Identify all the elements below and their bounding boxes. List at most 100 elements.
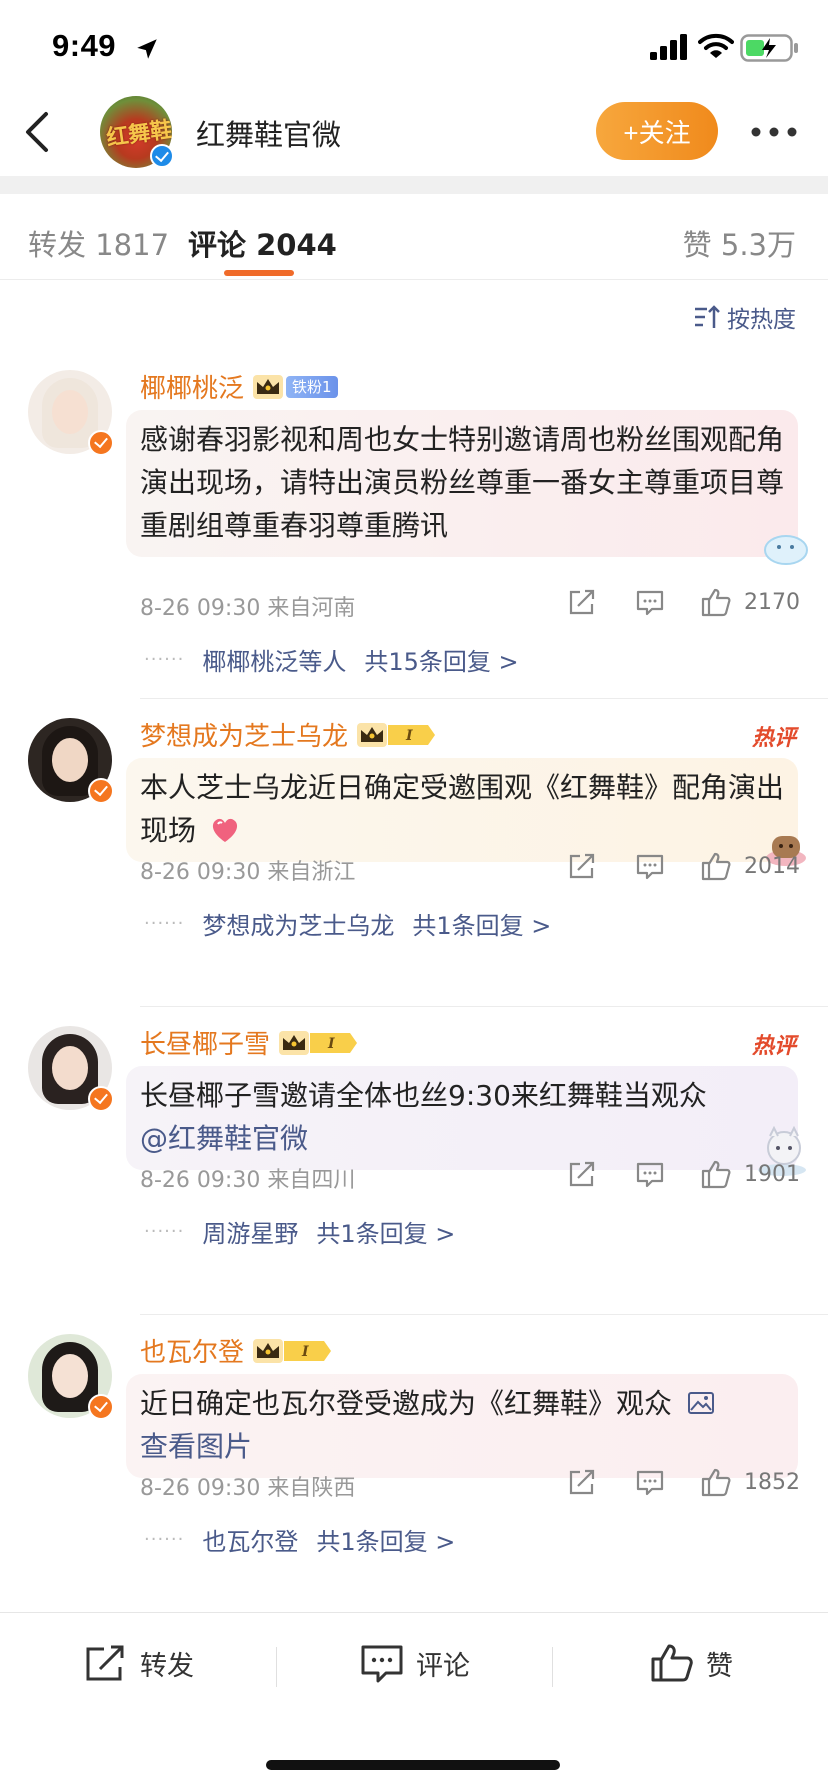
comment-meta: 8-26 09:30 来自四川 1901 [140, 1158, 800, 1194]
reply-author: 周游星野 [202, 1220, 299, 1248]
like-label: 赞 [706, 1650, 733, 1682]
like-count: 1852 [744, 1470, 800, 1495]
status-time: 9:49 [52, 28, 117, 63]
comment-text: 长昼椰子雪邀请全体也丝9:30来红舞鞋当观众 [140, 1079, 707, 1112]
member-level-badge-icon: I [284, 1340, 332, 1361]
crown-icon [279, 1030, 310, 1055]
reply-count: 共1条回复 > [316, 1220, 456, 1248]
comment-divider [140, 1314, 828, 1315]
heart-emoji-icon [209, 813, 241, 843]
comment-text-bubble: 长昼椰子雪邀请全体也丝9:30来红舞鞋当观众 @红舞鞋官微 [126, 1066, 798, 1170]
comment-text: 感谢春羽影视和周也女士特别邀请周也粉丝围观配角演出现场，请特出演员粉丝尊重一番女… [140, 423, 785, 542]
more-icon[interactable] [750, 124, 798, 140]
bottom-divider [276, 1647, 277, 1687]
nav-bar: 红舞鞋 红舞鞋官微 +关注 [0, 96, 828, 176]
reply-count: 共15条回复 > [364, 648, 519, 676]
tab-comment[interactable]: 评论 2044 [188, 222, 337, 264]
sort-icon [695, 305, 720, 328]
like-icon[interactable] [700, 850, 732, 882]
crown-icon [253, 1338, 284, 1363]
commenter-name[interactable]: 长昼椰子雪 [140, 1024, 270, 1061]
cellular-signal-icon [650, 34, 687, 60]
comment-meta: 8-26 09:30 来自陕西 1852 [140, 1466, 800, 1502]
verified-badge-icon [88, 1394, 114, 1420]
comment-text-bubble: 本人芝士乌龙近日确定受邀围观《红舞鞋》配角演出现场 [126, 758, 798, 862]
verified-badge-icon [88, 1086, 114, 1112]
crown-icon [357, 722, 388, 747]
verified-badge-icon [150, 144, 174, 168]
repost-label: 转发 [140, 1650, 194, 1682]
comment-icon[interactable] [634, 586, 666, 618]
reply-count: 共1条回复 > [412, 912, 552, 940]
comment-divider [140, 698, 828, 699]
view-image-link[interactable]: 查看图片 [140, 1430, 252, 1463]
follow-button[interactable]: +关注 [596, 102, 718, 160]
tab-bar: 转发 1817 评论 2044 赞 5.3万 [0, 194, 828, 280]
like-button[interactable]: 赞 [650, 1643, 733, 1683]
wifi-icon [698, 33, 734, 58]
account-name[interactable]: 红舞鞋官微 [196, 112, 341, 154]
svg-text:I: I [301, 1344, 309, 1360]
repost-icon [86, 1645, 124, 1681]
reply-summary[interactable]: ······ 椰椰桃泛等人 共15条回复 > [144, 642, 519, 677]
commenter-name-row: 也瓦尔登 I [140, 1332, 332, 1369]
reply-summary[interactable]: ······ 周游星野 共1条回复 > [144, 1214, 455, 1249]
tab-repost[interactable]: 转发 1817 [28, 222, 169, 264]
comment-time-location: 8-26 09:30 来自浙江 [140, 860, 356, 885]
comment-text-bubble: 近日确定也瓦尔登受邀成为《红舞鞋》观众 查看图片 [126, 1374, 798, 1478]
comment-divider [140, 1006, 828, 1007]
hot-comment-tag: 热评 [751, 1034, 796, 1059]
sort-label: 按热度 [727, 307, 796, 333]
battery-charging-icon [740, 34, 798, 62]
tab-like[interactable]: 赞 5.3万 [683, 222, 796, 264]
reply-author: 梦想成为芝士乌龙 [202, 912, 395, 940]
member-level-badge-icon: I [388, 724, 436, 745]
location-arrow-icon [137, 39, 157, 59]
share-icon[interactable] [566, 1158, 598, 1190]
share-icon[interactable] [566, 1466, 598, 1498]
crown-icon [253, 374, 284, 399]
comment-button[interactable]: 评论 [360, 1643, 470, 1683]
sort-button[interactable]: 按热度 [693, 300, 796, 334]
repost-button[interactable]: 转发 [84, 1643, 194, 1683]
like-icon[interactable] [700, 1158, 732, 1190]
comment-bubble-icon [361, 1645, 403, 1683]
share-icon[interactable] [566, 850, 598, 882]
comment-label: 评论 [416, 1650, 470, 1682]
reply-dots: ······ [144, 1529, 185, 1550]
reply-summary[interactable]: ······ 梦想成为芝士乌龙 共1条回复 > [144, 906, 551, 941]
member-level-badge-icon: I [310, 1032, 358, 1053]
reply-author: 椰椰桃泛等人 [202, 648, 347, 676]
reply-dots: ······ [144, 649, 185, 670]
commenter-name-row: 梦想成为芝士乌龙 I [140, 716, 436, 753]
reply-dots: ······ [144, 1221, 185, 1242]
commenter-name[interactable]: 梦想成为芝士乌龙 [140, 716, 348, 753]
svg-text:I: I [405, 728, 413, 744]
comment-icon[interactable] [634, 850, 666, 882]
like-count: 2170 [744, 590, 800, 615]
comment-text: 近日确定也瓦尔登受邀成为《红舞鞋》观众 [140, 1387, 673, 1420]
like-icon[interactable] [700, 586, 732, 618]
bottom-action-bar: 转发 评论 赞 [0, 1612, 828, 1732]
share-icon[interactable] [566, 586, 598, 618]
like-count: 2014 [744, 854, 800, 879]
comment-icon[interactable] [634, 1158, 666, 1190]
bottom-divider [552, 1647, 553, 1687]
comment-meta: 8-26 09:30 来自浙江 2014 [140, 850, 800, 886]
verified-badge-icon [88, 778, 114, 804]
fan-level-badge: 铁粉1 [286, 375, 338, 398]
commenter-name[interactable]: 椰椰桃泛 [140, 368, 244, 405]
image-icon [687, 1392, 714, 1414]
mention-link[interactable]: @红舞鞋官微 [140, 1122, 308, 1155]
thumbs-up-icon [651, 1644, 693, 1682]
hot-comment-tag: 热评 [751, 726, 796, 751]
comment-icon[interactable] [634, 1466, 666, 1498]
svg-text:I: I [327, 1036, 335, 1052]
like-icon[interactable] [700, 1466, 732, 1498]
reply-summary[interactable]: ······ 也瓦尔登 共1条回复 > [144, 1522, 455, 1557]
commenter-name-row: 长昼椰子雪 I [140, 1024, 358, 1061]
status-bar: 9:49 [0, 0, 828, 96]
comment-time-location: 8-26 09:30 来自陕西 [140, 1476, 356, 1501]
commenter-name[interactable]: 也瓦尔登 [140, 1332, 244, 1369]
back-icon[interactable] [20, 110, 56, 154]
